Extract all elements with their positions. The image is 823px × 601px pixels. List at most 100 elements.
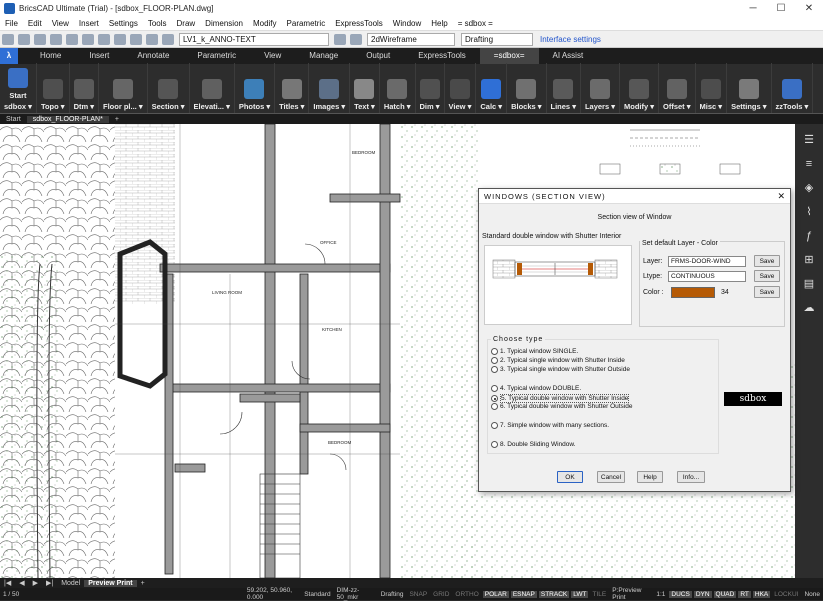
ribbon-group-misc[interactable]: Misc ▾ [696, 63, 728, 113]
dim-icon[interactable] [419, 79, 440, 99]
ribbon-group-topo[interactable]: Topo ▾ [37, 63, 70, 113]
status-tile[interactable]: TILE [590, 591, 608, 598]
blocks-icon[interactable] [516, 79, 537, 99]
view-icon[interactable] [449, 79, 470, 99]
menu-help[interactable]: Help [426, 19, 452, 28]
zztools-icon[interactable] [781, 79, 802, 99]
layer-state-icon[interactable] [146, 33, 158, 45]
layer-color-icon[interactable] [334, 33, 346, 45]
status-ortho[interactable]: ORTHO [453, 591, 480, 598]
menu-expresstools[interactable]: ExpressTools [330, 19, 388, 28]
doc-tab-floor-plan[interactable]: sdbox_FLOOR-PLAN* [26, 115, 109, 123]
option-1[interactable]: 1. Typical window SINGLE. [491, 348, 578, 355]
tab-manage[interactable]: Manage [295, 48, 352, 64]
dialog-close-icon[interactable]: ✕ [777, 191, 785, 202]
last-layout-icon[interactable]: ▶| [42, 579, 57, 587]
status-strack[interactable]: STRACK [538, 590, 570, 598]
tab-output[interactable]: Output [352, 48, 404, 64]
redo-icon[interactable] [130, 33, 142, 45]
status-lwt[interactable]: LWT [571, 590, 589, 598]
option-5[interactable]: 5. Typical double window with Shutter In… [491, 394, 630, 403]
new-tab-icon[interactable]: + [109, 116, 125, 123]
ltype-save-button[interactable]: Save [754, 270, 780, 282]
menu-sdbox[interactable]: = sdbox = [453, 19, 498, 28]
tab-ai-assist[interactable]: AI Assist [539, 48, 598, 64]
ribbon-group-section[interactable]: Section ▾ [148, 63, 190, 113]
properties-icon[interactable]: ☰ [802, 133, 816, 147]
menu-view[interactable]: View [47, 19, 74, 28]
elevation-icon[interactable] [201, 79, 222, 99]
cut-icon[interactable] [66, 33, 78, 45]
option-5-radio[interactable] [491, 395, 498, 402]
color-swatch[interactable] [671, 286, 715, 298]
new-file-icon[interactable] [2, 33, 14, 45]
option-4[interactable]: 4. Typical window DOUBLE. [491, 385, 581, 392]
layer-field[interactable]: FRMS-DOOR-WIND [668, 255, 746, 267]
layer-visibility-icon[interactable] [162, 33, 174, 45]
ltype-field[interactable]: CONTINUOUS [668, 270, 746, 282]
next-layout-icon[interactable]: ▶ [29, 579, 42, 587]
option-6-radio[interactable] [491, 403, 498, 410]
topo-icon[interactable] [42, 79, 63, 99]
modify-icon[interactable] [629, 79, 649, 99]
status-snap[interactable]: SNAP [407, 591, 429, 598]
linetype-icon[interactable] [350, 33, 362, 45]
option-2-radio[interactable] [491, 357, 498, 364]
ribbon-group-lines[interactable]: Lines ▾ [547, 63, 581, 113]
status-none[interactable]: None [802, 591, 822, 598]
menu-tools[interactable]: Tools [143, 19, 172, 28]
status-hka[interactable]: HKA [752, 590, 771, 598]
structure-icon[interactable]: ⊞ [802, 253, 816, 267]
tab-home[interactable]: Home [26, 48, 75, 64]
dtm-icon[interactable] [73, 79, 94, 99]
status-grid[interactable]: GRID [431, 591, 451, 598]
first-layout-icon[interactable]: |◀ [0, 579, 15, 587]
tab-view[interactable]: View [250, 48, 295, 64]
menu-file[interactable]: File [0, 19, 23, 28]
lines-icon[interactable] [553, 79, 574, 99]
tab-expresstools[interactable]: ExpressTools [404, 48, 480, 64]
status-drafting[interactable]: Drafting [379, 591, 406, 598]
workspace-dropdown[interactable]: Drafting [461, 32, 533, 46]
cloud-icon[interactable]: ☁ [802, 301, 816, 315]
ribbon-group-blocks[interactable]: Blocks ▾ [507, 63, 547, 113]
option-7[interactable]: 7. Simple window with many sections. [491, 422, 609, 429]
copy-icon[interactable] [82, 33, 94, 45]
ok-button[interactable]: OK [557, 471, 583, 483]
function-icon[interactable]: ƒ [802, 229, 816, 243]
offset-icon[interactable] [666, 79, 687, 99]
tab-insert[interactable]: Insert [75, 48, 123, 64]
open-file-icon[interactable] [18, 33, 30, 45]
titles-icon[interactable] [281, 79, 302, 99]
menu-window[interactable]: Window [388, 19, 426, 28]
drawing-explorer-icon[interactable]: ◈ [802, 181, 816, 195]
attach-icon[interactable]: ⌇ [802, 205, 816, 219]
option-1-radio[interactable] [491, 348, 498, 355]
maximize-icon[interactable]: ☐ [767, 3, 795, 14]
text-icon[interactable] [354, 79, 375, 99]
tab-sdbox[interactable]: =sdbox= [479, 48, 539, 64]
option-8[interactable]: 8. Double Sliding Window. [491, 441, 576, 448]
tab-annotate[interactable]: Annotate [123, 48, 183, 64]
status-p-preview-print[interactable]: P:Preview Print [610, 587, 652, 601]
app-menu-button[interactable]: λ [0, 48, 18, 64]
status-ducs[interactable]: DUCS [669, 590, 692, 598]
status-dim-zz-50-mkr[interactable]: DIM-zz-50_mkr [335, 587, 377, 601]
layer-save-button[interactable]: Save [754, 255, 780, 267]
menu-insert[interactable]: Insert [74, 19, 104, 28]
option-2[interactable]: 2. Typical single window with Shutter In… [491, 357, 625, 364]
menu-edit[interactable]: Edit [23, 19, 47, 28]
menu-draw[interactable]: Draw [172, 19, 201, 28]
layout-tab-model[interactable]: Model [57, 580, 84, 587]
option-3[interactable]: 3. Typical single window with Shutter Ou… [491, 366, 630, 373]
print-icon[interactable] [50, 33, 62, 45]
ribbon-group-floor-pl[interactable]: Floor pl... ▾ [99, 63, 148, 113]
photos-icon[interactable] [244, 79, 265, 99]
ribbon-group-calc[interactable]: Calc ▾ [476, 63, 508, 113]
prev-layout-icon[interactable]: ◀ [15, 579, 28, 587]
undo-icon[interactable] [114, 33, 126, 45]
ribbon-group-dim[interactable]: Dim ▾ [416, 63, 445, 113]
color-save-button[interactable]: Save [754, 286, 780, 298]
tab-parametric[interactable]: Parametric [183, 48, 250, 64]
option-8-radio[interactable] [491, 441, 498, 448]
